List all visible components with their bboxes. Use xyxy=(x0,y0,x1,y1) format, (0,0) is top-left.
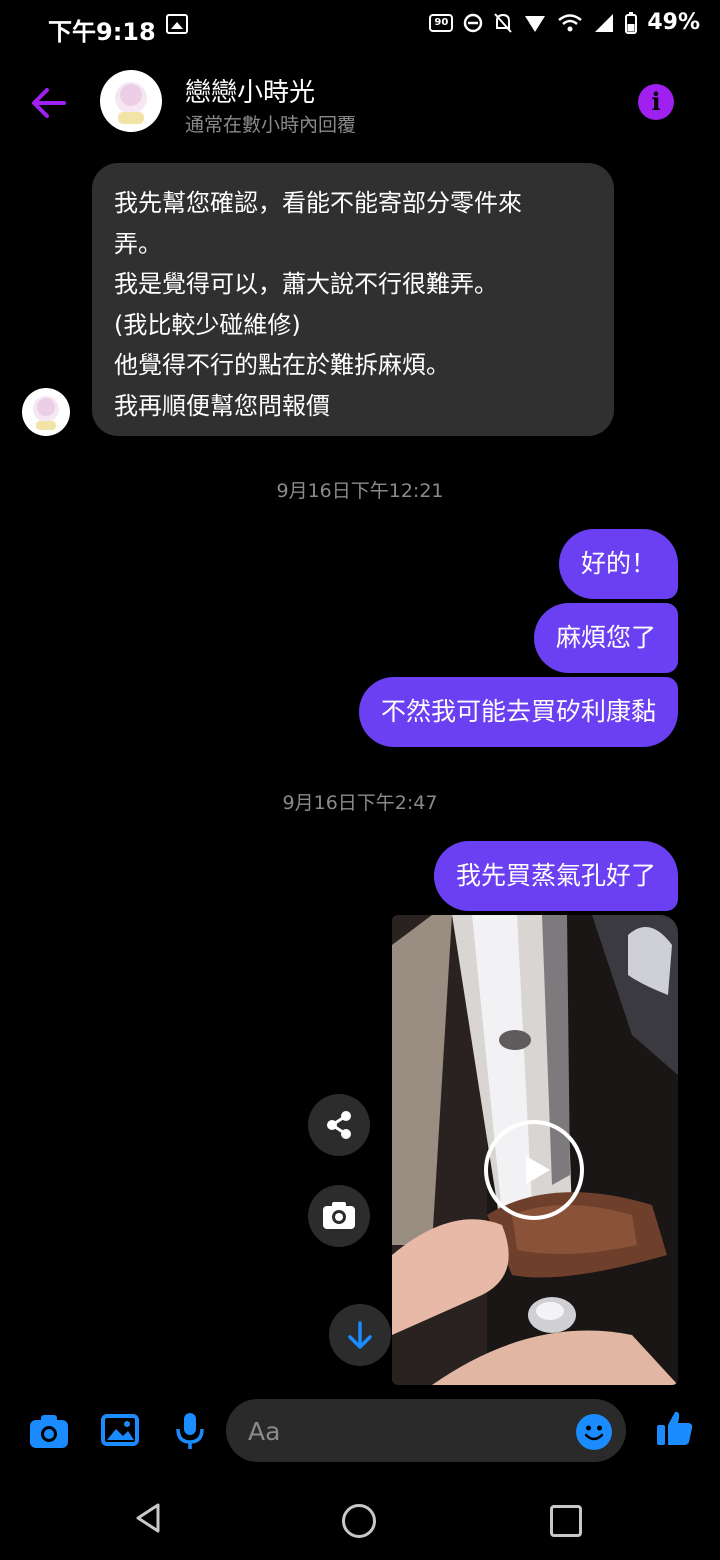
battery-icon xyxy=(625,11,638,34)
contact-status: 通常在數小時內回覆 xyxy=(185,114,357,136)
camera-button[interactable] xyxy=(308,1185,370,1247)
message-line: 弄。 xyxy=(114,229,162,258)
contact-name[interactable]: 戀戀小時光 xyxy=(185,72,315,109)
status-time: 下午9:18 xyxy=(48,18,156,46)
do-not-disturb-icon xyxy=(464,13,483,32)
play-button[interactable] xyxy=(484,1120,584,1220)
thumbs-up-icon xyxy=(657,1411,693,1445)
signal-icon xyxy=(595,13,614,32)
wifi-icon xyxy=(558,13,583,31)
emoji-icon xyxy=(584,1425,604,1441)
message-line: 我再順便幫您問報價 xyxy=(114,391,330,420)
status-icons: 90 49% xyxy=(429,10,700,35)
message-timestamp: 9月16日下午12:21 xyxy=(276,480,444,502)
contact-avatar[interactable] xyxy=(100,70,162,132)
gallery-notification-icon xyxy=(166,14,188,34)
back-arrow-icon[interactable] xyxy=(26,80,72,126)
sent-message-bubble[interactable]: 麻煩您了 xyxy=(533,603,678,673)
sent-message-bubble[interactable]: 不然我可能去買矽利康黏 xyxy=(358,677,678,747)
camera-icon xyxy=(323,1202,355,1229)
battery-percentage: 49% xyxy=(647,10,700,35)
message-line: 我先幫您確認，看能不能寄部分零件來 xyxy=(114,189,522,217)
refresh-rate-badge: 90 xyxy=(429,13,454,32)
share-button[interactable] xyxy=(308,1094,370,1156)
camera-icon xyxy=(30,1415,68,1448)
sender-avatar[interactable] xyxy=(22,388,70,436)
message-line: 他覺得不行的點在於難拆麻煩。 xyxy=(114,351,450,379)
emoji-button[interactable] xyxy=(576,1414,612,1450)
sent-message-bubble[interactable]: 我先買蒸氣孔好了 xyxy=(433,841,678,911)
message-input-placeholder: Aa xyxy=(248,1417,281,1446)
microphone-icon xyxy=(176,1413,204,1449)
message-timestamp: 9月16日下午2:47 xyxy=(282,792,438,814)
arrow-down-icon xyxy=(348,1321,372,1349)
nav-back-icon xyxy=(136,1503,160,1533)
composer-gallery-button[interactable] xyxy=(100,1410,140,1454)
nav-back-button[interactable] xyxy=(134,1502,164,1538)
composer-camera-button[interactable] xyxy=(28,1412,70,1454)
share-icon xyxy=(327,1111,351,1139)
like-button[interactable] xyxy=(655,1408,695,1452)
play-icon xyxy=(526,1156,550,1184)
message-input[interactable] xyxy=(226,1399,626,1462)
image-icon xyxy=(101,1414,139,1446)
received-message-bubble[interactable]: 我先幫您確認，看能不能寄部分零件來 弄。 我是覺得可以，蕭大說不行很難弄。 (我… xyxy=(92,163,614,436)
composer-mic-button[interactable] xyxy=(170,1410,210,1456)
scroll-to-bottom-button[interactable] xyxy=(329,1304,391,1366)
nav-home-button[interactable] xyxy=(342,1504,376,1538)
bell-off-icon xyxy=(494,12,513,33)
message-line: 我是覺得可以，蕭大說不行很難弄。 xyxy=(114,270,498,298)
message-line: (我比較少碰維修) xyxy=(114,310,301,339)
info-icon[interactable]: i xyxy=(638,84,674,120)
wifi-calling-icon xyxy=(525,15,546,32)
sent-message-bubble[interactable]: 好的！ xyxy=(558,529,678,599)
nav-recents-button[interactable] xyxy=(550,1505,582,1537)
